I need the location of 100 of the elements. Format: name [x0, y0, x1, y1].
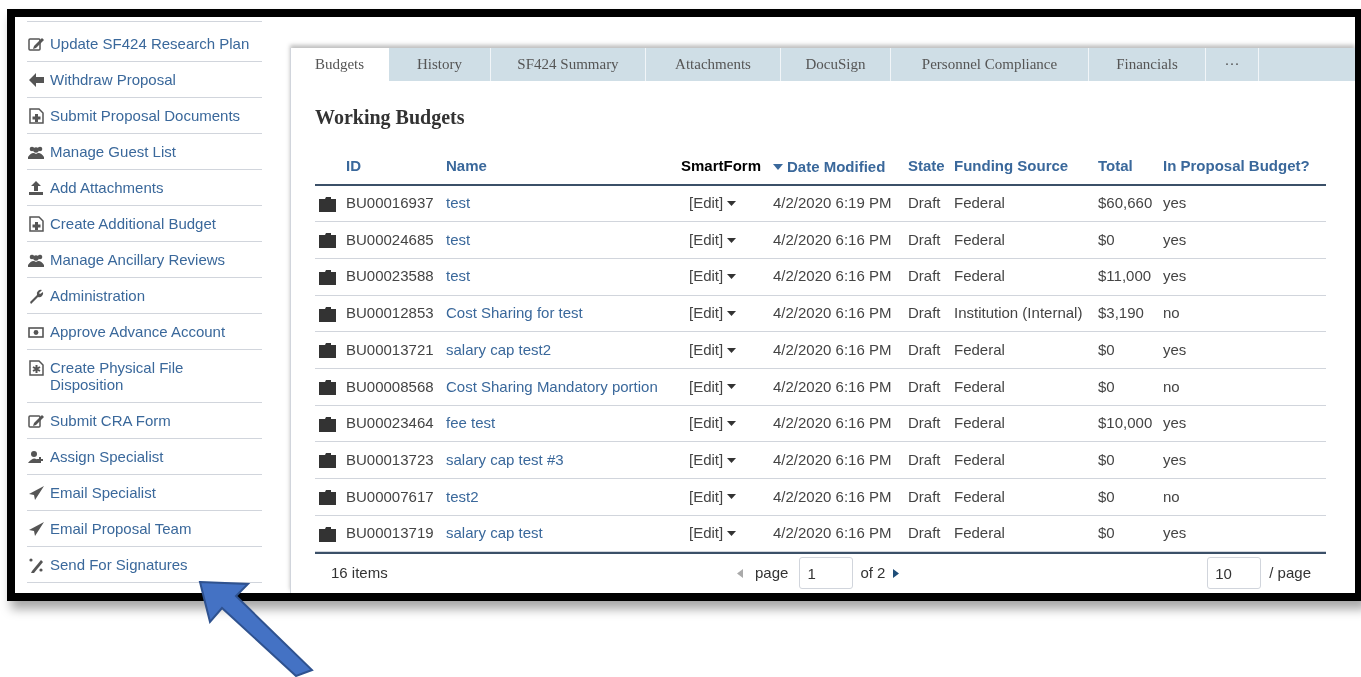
- column-header[interactable]: ID: [346, 155, 361, 178]
- table-cell: BU00024685: [346, 230, 434, 248]
- table-cell: $0: [1098, 340, 1115, 358]
- table-cell: no: [1163, 487, 1180, 505]
- table-cell: $0: [1098, 487, 1115, 505]
- sidebar-item[interactable]: Approve Advance Account: [27, 314, 262, 350]
- table-cell: yes: [1163, 450, 1187, 468]
- budget-link[interactable]: salary cap test2: [446, 340, 552, 358]
- budget-link[interactable]: test: [446, 267, 471, 285]
- edit-dropdown[interactable]: [Edit]: [689, 522, 737, 545]
- per-page-label: / page: [1269, 563, 1311, 584]
- table-cell: Draft: [908, 524, 941, 542]
- sidebar-item[interactable]: Email Specialist: [27, 475, 262, 511]
- sidebar-item[interactable]: Submit CRA Form: [27, 403, 262, 439]
- per-page-input[interactable]: 10: [1207, 557, 1262, 590]
- caret-icon: [727, 310, 737, 316]
- item-count: 16 items: [331, 563, 388, 584]
- table-cell: BU00008568: [346, 377, 434, 395]
- folder-icon: [319, 196, 336, 212]
- sidebar-item[interactable]: Manage Guest List: [27, 134, 262, 170]
- add-document-icon: [28, 107, 45, 124]
- column-header[interactable]: Name: [446, 155, 487, 178]
- column-header[interactable]: In Proposal Budget?: [1163, 155, 1310, 178]
- table-cell: 4/2/2020 6:16 PM: [773, 524, 892, 542]
- table-cell: BU00013721: [346, 340, 434, 358]
- folder-icon: [319, 453, 336, 469]
- edit-dropdown[interactable]: [Edit]: [689, 485, 737, 509]
- edit-icon: [28, 35, 45, 52]
- budget-link[interactable]: salary cap test: [446, 524, 543, 542]
- table-cell: 4/2/2020 6:16 PM: [773, 377, 892, 395]
- budget-link[interactable]: salary cap test #3: [446, 450, 564, 468]
- table-cell: Draft: [908, 377, 941, 395]
- table-cell: BU00013719: [346, 524, 434, 542]
- table-cell: Institution (Internal): [954, 304, 1083, 322]
- table-cell: $0: [1098, 377, 1115, 395]
- table-cell: yes: [1163, 267, 1187, 285]
- table-cell: BU00023588: [346, 267, 434, 285]
- caret-icon: [727, 201, 737, 207]
- sidebar-item[interactable]: Email Proposal Team: [27, 511, 262, 547]
- table-cell: Draft: [908, 304, 941, 322]
- budget-link[interactable]: test2: [446, 487, 479, 505]
- budget-link[interactable]: test: [446, 230, 471, 248]
- edit-dropdown[interactable]: [Edit]: [689, 228, 737, 252]
- edit-dropdown[interactable]: [Edit]: [689, 375, 737, 399]
- sidebar-item[interactable]: Administration: [27, 278, 262, 314]
- table-cell: Draft: [908, 414, 941, 432]
- column-header[interactable]: Funding Source: [954, 155, 1069, 178]
- table-cell: 4/2/2020 6:16 PM: [773, 340, 892, 358]
- table-cell: Federal: [954, 450, 1005, 468]
- page-total: of 2: [860, 563, 886, 584]
- sidebar-item[interactable]: Update SF424 Research Plan: [27, 26, 262, 62]
- folder-icon: [319, 306, 336, 322]
- sidebar-item[interactable]: Add Attachments: [27, 170, 262, 206]
- table-cell: Federal: [954, 340, 1005, 358]
- table-cell: BU00007617: [346, 487, 434, 505]
- sidebar-item[interactable]: Withdraw Proposal: [27, 62, 262, 98]
- table-cell: yes: [1163, 414, 1187, 432]
- budget-link[interactable]: fee test: [446, 414, 496, 432]
- page-label: page: [755, 563, 789, 584]
- table-cell: 4/2/2020 6:19 PM: [773, 194, 892, 212]
- sidebar-item[interactable]: Assign Specialist: [27, 439, 262, 475]
- table-cell: Federal: [954, 414, 1005, 432]
- table-cell: Federal: [954, 524, 1005, 542]
- table-cell: yes: [1163, 524, 1187, 542]
- page-input[interactable]: 1: [799, 557, 854, 590]
- table-cell: BU00012853: [346, 304, 434, 322]
- table-cell: BU00016937: [346, 194, 434, 212]
- next-page-icon[interactable]: [893, 568, 900, 578]
- edit-dropdown[interactable]: [Edit]: [689, 192, 737, 215]
- sidebar-item[interactable]: Create Physical File Disposition: [27, 350, 262, 403]
- table-cell: no: [1163, 377, 1180, 395]
- table-cell: 4/2/2020 6:16 PM: [773, 267, 892, 285]
- add-document-icon: [28, 215, 45, 232]
- column-header[interactable]: State: [908, 155, 945, 178]
- table-cell: 4/2/2020 6:16 PM: [773, 230, 892, 248]
- table-cell: no: [1163, 304, 1180, 322]
- caret-icon: [727, 457, 737, 463]
- edit-dropdown[interactable]: [Edit]: [689, 265, 737, 288]
- sidebar-item[interactable]: Submit Proposal Documents: [27, 98, 262, 134]
- edit-dropdown[interactable]: [Edit]: [689, 338, 737, 362]
- sidebar-item[interactable]: Manage Ancillary Reviews: [27, 242, 262, 278]
- budget-link[interactable]: test: [446, 194, 471, 212]
- table-cell: Federal: [954, 194, 1005, 212]
- sidebar-item[interactable]: Create Additional Budget: [27, 206, 262, 242]
- table-cell: $0: [1098, 524, 1115, 542]
- edit-dropdown[interactable]: [Edit]: [689, 448, 737, 472]
- column-header[interactable]: Date Modified: [773, 156, 886, 179]
- folder-icon: [319, 380, 336, 396]
- folder-icon: [319, 343, 336, 359]
- folder-icon: [319, 233, 336, 249]
- table-cell: $60,660: [1098, 194, 1153, 212]
- budget-link[interactable]: Cost Sharing Mandatory portion: [446, 377, 658, 395]
- table-cell: $0: [1098, 230, 1115, 248]
- tab[interactable]: Budgets: [291, 48, 389, 81]
- edit-dropdown[interactable]: [Edit]: [689, 412, 737, 435]
- folder-icon: [319, 270, 336, 285]
- edit-dropdown[interactable]: [Edit]: [689, 302, 737, 325]
- column-header[interactable]: Total: [1098, 155, 1133, 178]
- budget-link[interactable]: Cost Sharing for test: [446, 304, 583, 322]
- table-cell: $10,000: [1098, 414, 1153, 432]
